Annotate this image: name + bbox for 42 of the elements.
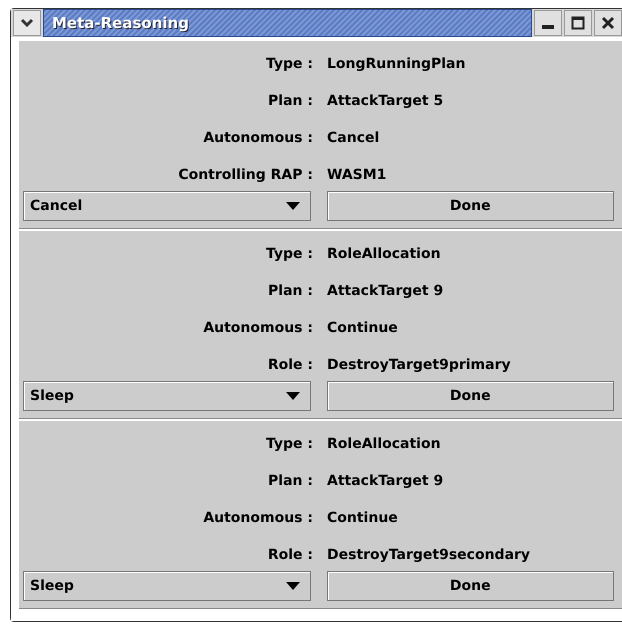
field-value: AttackTarget 9 — [327, 282, 444, 298]
chevron-down-icon — [20, 18, 34, 28]
maximize-icon — [571, 16, 585, 30]
window-menu-button[interactable] — [13, 10, 41, 36]
field-label: Plan : — [267, 472, 314, 488]
field-value: Continue — [327, 510, 399, 526]
field-label: Plan : — [267, 282, 314, 298]
window-title: Meta-Reasoning — [52, 14, 189, 32]
field-value: RoleAllocation — [327, 246, 442, 262]
field-value: Continue — [327, 320, 399, 336]
field-value: AttackTarget 9 — [327, 472, 444, 488]
action-dropdown[interactable]: Sleep — [23, 571, 310, 601]
field-value: AttackTarget 5 — [327, 92, 444, 108]
field-value: DestroyTarget9secondary — [327, 546, 532, 562]
action-dropdown[interactable]: Cancel — [23, 191, 310, 221]
dropdown-arrow-icon — [286, 202, 300, 210]
field-value: DestroyTarget9primary — [327, 356, 512, 372]
field-value: RoleAllocation — [327, 436, 442, 452]
field-label: Autonomous : — [202, 130, 314, 146]
field-value: Cancel — [327, 130, 380, 146]
done-button[interactable]: Done — [326, 381, 614, 411]
close-icon — [601, 16, 615, 30]
field-value: WASM1 — [327, 166, 388, 182]
field-label: Role : — [266, 546, 314, 562]
field-value: LongRunningPlan — [327, 56, 466, 72]
field-label: Type : — [264, 436, 314, 452]
field-label: Role : — [266, 356, 314, 372]
field-label: Plan : — [267, 92, 314, 108]
maximize-button[interactable] — [564, 10, 592, 36]
minimize-icon — [542, 25, 554, 29]
done-button[interactable]: Done — [326, 191, 614, 221]
action-dropdown[interactable]: Sleep — [23, 381, 310, 411]
dropdown-arrow-icon — [286, 582, 300, 590]
field-label: Controlling RAP : — [177, 166, 314, 182]
close-button[interactable] — [594, 10, 622, 36]
minimize-button[interactable] — [534, 10, 562, 36]
field-label: Autonomous : — [202, 320, 314, 336]
done-button[interactable]: Done — [326, 571, 614, 601]
field-label: Type : — [264, 56, 314, 72]
field-label: Type : — [264, 246, 314, 262]
field-label: Autonomous : — [202, 510, 314, 526]
dropdown-arrow-icon — [286, 392, 300, 400]
